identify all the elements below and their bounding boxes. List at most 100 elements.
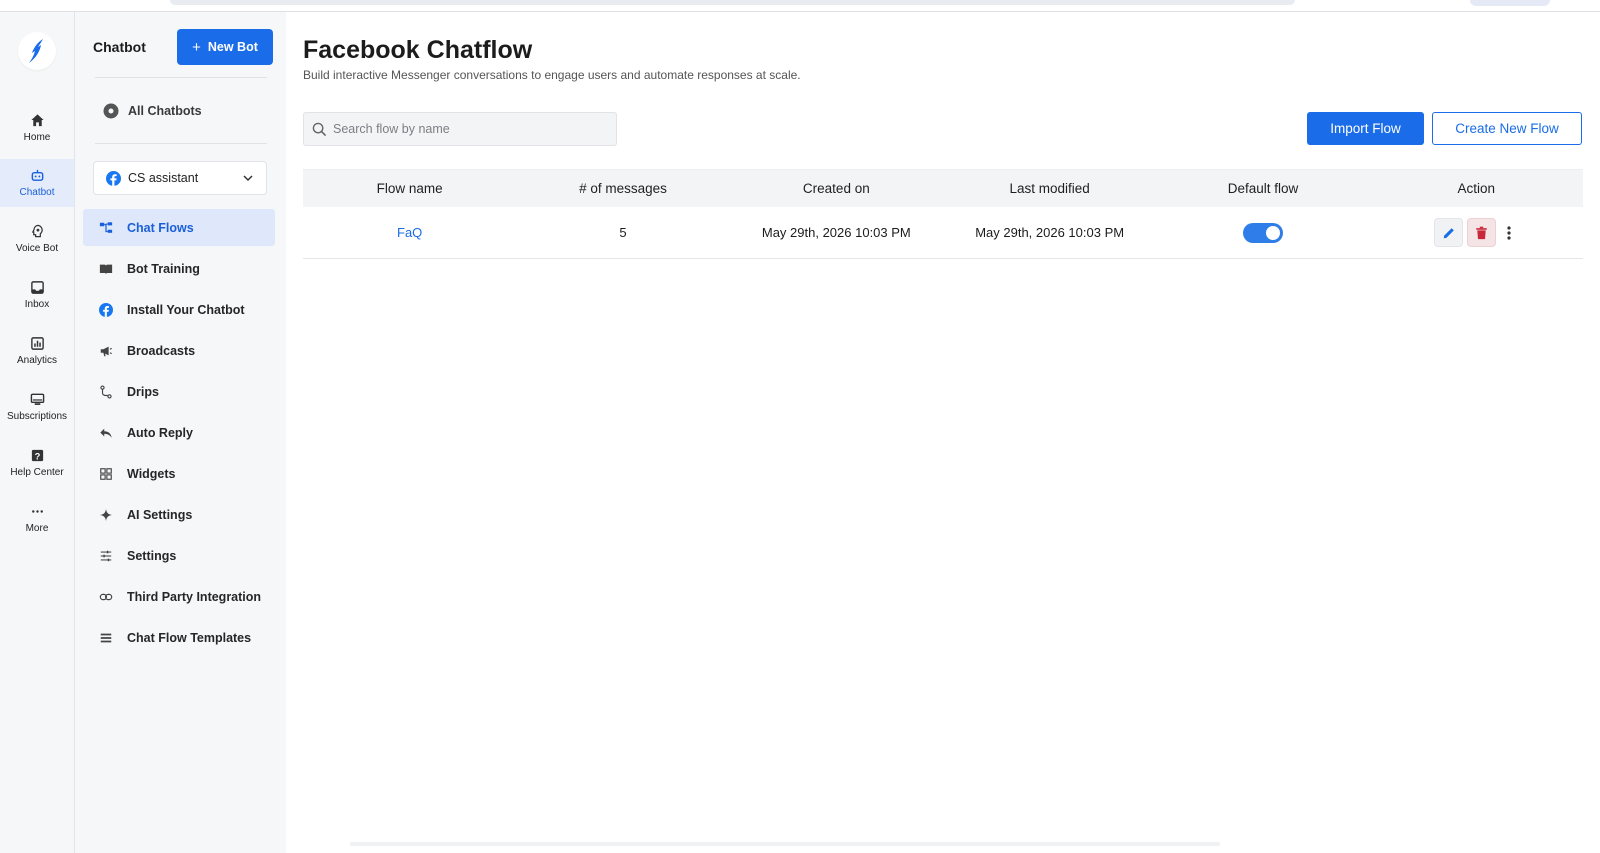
trash-icon (1476, 226, 1488, 239)
sidebar-item-settings[interactable]: Settings (83, 537, 275, 574)
column-header: Default flow (1227, 181, 1299, 196)
import-flow-button[interactable]: Import Flow (1307, 112, 1424, 145)
voice-icon (31, 224, 43, 238)
top-search-strip (170, 0, 1295, 5)
drips-icon (100, 384, 112, 399)
sidebar-item-label: Auto Reply (127, 425, 193, 440)
rail-label: Chatbot (19, 187, 55, 198)
column-header: # of messages (579, 181, 667, 196)
link-icon (99, 593, 113, 600)
rail-item-chatbot[interactable]: Chatbot (0, 159, 74, 207)
sidebar-item-ai-settings[interactable]: AI Settings (83, 496, 275, 533)
sidebar-item-label: Install Your Chatbot (127, 302, 245, 317)
rail-label: Help Center (10, 467, 64, 478)
chevron-down-icon (243, 175, 253, 182)
rail-item-more[interactable]: More (0, 495, 74, 543)
sidebar-item-drips[interactable]: Drips (83, 373, 275, 410)
analytics-icon (30, 337, 44, 350)
sidebar-divider (95, 77, 267, 78)
facebook-icon (106, 170, 121, 186)
new-bot-button[interactable]: + New Bot (177, 29, 273, 65)
sidebar-item-install-chatbot[interactable]: Install Your Chatbot (83, 291, 275, 328)
top-avatar-strip (1470, 0, 1550, 6)
rail-item-voice-bot[interactable]: Voice Bot (0, 215, 74, 263)
sidebar-header: Chatbot + New Bot (93, 29, 273, 65)
bot-icon (31, 169, 43, 181)
last-modified: May 29th, 2026 10:03 PM (975, 225, 1125, 240)
rail-item-subscriptions[interactable]: Subscriptions (0, 383, 74, 431)
svg-text:?: ? (34, 451, 40, 461)
search-icon (312, 122, 327, 136)
column-header: Last modified (1009, 181, 1090, 196)
created-on: May 29th, 2026 10:03 PM (761, 225, 911, 240)
message-count: 5 (619, 225, 627, 240)
flows-table: Flow name # of messages Created on Last … (303, 169, 1583, 259)
sidebar-item-broadcasts[interactable]: Broadcasts (83, 332, 275, 369)
selected-bot-name: CS assistant (128, 171, 199, 185)
pencil-icon (1443, 227, 1454, 238)
sidebar-item-third-party-integration[interactable]: Third Party Integration (83, 578, 275, 615)
logo-icon (29, 39, 43, 63)
megaphone-icon (100, 346, 112, 356)
sidebar-item-label: Drips (127, 384, 159, 399)
rail-label: Subscriptions (6, 411, 68, 422)
rail-item-inbox[interactable]: Inbox (0, 271, 74, 319)
all-chatbots-link[interactable]: All Chatbots (103, 103, 202, 119)
sidebar-item-label: Broadcasts (127, 343, 196, 358)
toggle-knob (1265, 225, 1280, 240)
flow-name-link[interactable]: FaQ (303, 225, 516, 240)
sidebar-item-label: Widgets (127, 466, 176, 481)
home-icon (30, 114, 44, 127)
sidebar-item-chat-flow-templates[interactable]: Chat Flow Templates (83, 619, 275, 656)
sidebar-item-label: Chat Flow Templates (127, 630, 252, 645)
flow-search-box[interactable] (303, 112, 617, 146)
page-title: Facebook Chatflow (303, 36, 533, 64)
templates-icon (100, 633, 112, 642)
facebook-icon (99, 302, 113, 317)
book-icon (99, 264, 113, 274)
widgets-icon (100, 467, 112, 480)
inbox-icon (30, 281, 44, 294)
table-row: FaQ 5 May 29th, 2026 10:03 PM May 29th, … (303, 207, 1583, 259)
rail-item-analytics[interactable]: Analytics (0, 327, 74, 375)
sparkle-icon (99, 508, 113, 521)
kebab-icon (1507, 225, 1511, 240)
sidebar-item-widgets[interactable]: Widgets (83, 455, 275, 492)
main-content: Facebook Chatflow Build interactive Mess… (286, 12, 1600, 853)
rail-label: More (25, 523, 49, 534)
sliders-icon (100, 550, 112, 561)
help-icon: ? (31, 449, 43, 461)
sidebar-item-label: AI Settings (127, 507, 193, 522)
delete-flow-button[interactable] (1467, 218, 1497, 247)
horizontal-scrollbar[interactable] (350, 842, 1220, 846)
sidebar-item-auto-reply[interactable]: Auto Reply (83, 414, 275, 451)
rail-label: Home (23, 132, 51, 143)
reply-icon (100, 428, 112, 438)
app-logo[interactable] (18, 32, 56, 70)
all-chatbots-label: All Chatbots (128, 104, 202, 118)
chatbot-sidebar: Chatbot + New Bot All Chatbots CS assist… (75, 12, 286, 853)
search-input[interactable] (333, 122, 603, 136)
rail-label: Inbox (24, 299, 50, 310)
chat-flows-icon (99, 221, 113, 233)
all-chatbots-icon (103, 103, 119, 119)
sidebar-title: Chatbot (93, 39, 146, 55)
rail-item-home[interactable]: Home (0, 104, 74, 152)
table-header: Flow name # of messages Created on Last … (303, 169, 1583, 207)
rail-item-help-center[interactable]: ? Help Center (0, 439, 74, 487)
edit-flow-button[interactable] (1434, 218, 1464, 247)
sidebar-divider (95, 143, 267, 144)
bot-selector-dropdown[interactable]: CS assistant (93, 161, 267, 195)
sidebar-item-label: Chat Flows (127, 220, 194, 235)
new-bot-label: New Bot (207, 40, 258, 54)
more-actions-button[interactable] (1498, 218, 1520, 247)
page-subtitle: Build interactive Messenger conversation… (303, 68, 801, 82)
default-flow-toggle[interactable] (1242, 222, 1283, 243)
column-header: Created on (802, 181, 870, 196)
column-header: Flow name (376, 181, 443, 196)
sidebar-item-bot-training[interactable]: Bot Training (83, 250, 275, 287)
sidebar-item-chat-flows[interactable]: Chat Flows (83, 209, 275, 246)
create-new-flow-button[interactable]: Create New Flow (1432, 112, 1582, 145)
more-icon (31, 510, 43, 513)
subscriptions-icon (30, 393, 44, 405)
